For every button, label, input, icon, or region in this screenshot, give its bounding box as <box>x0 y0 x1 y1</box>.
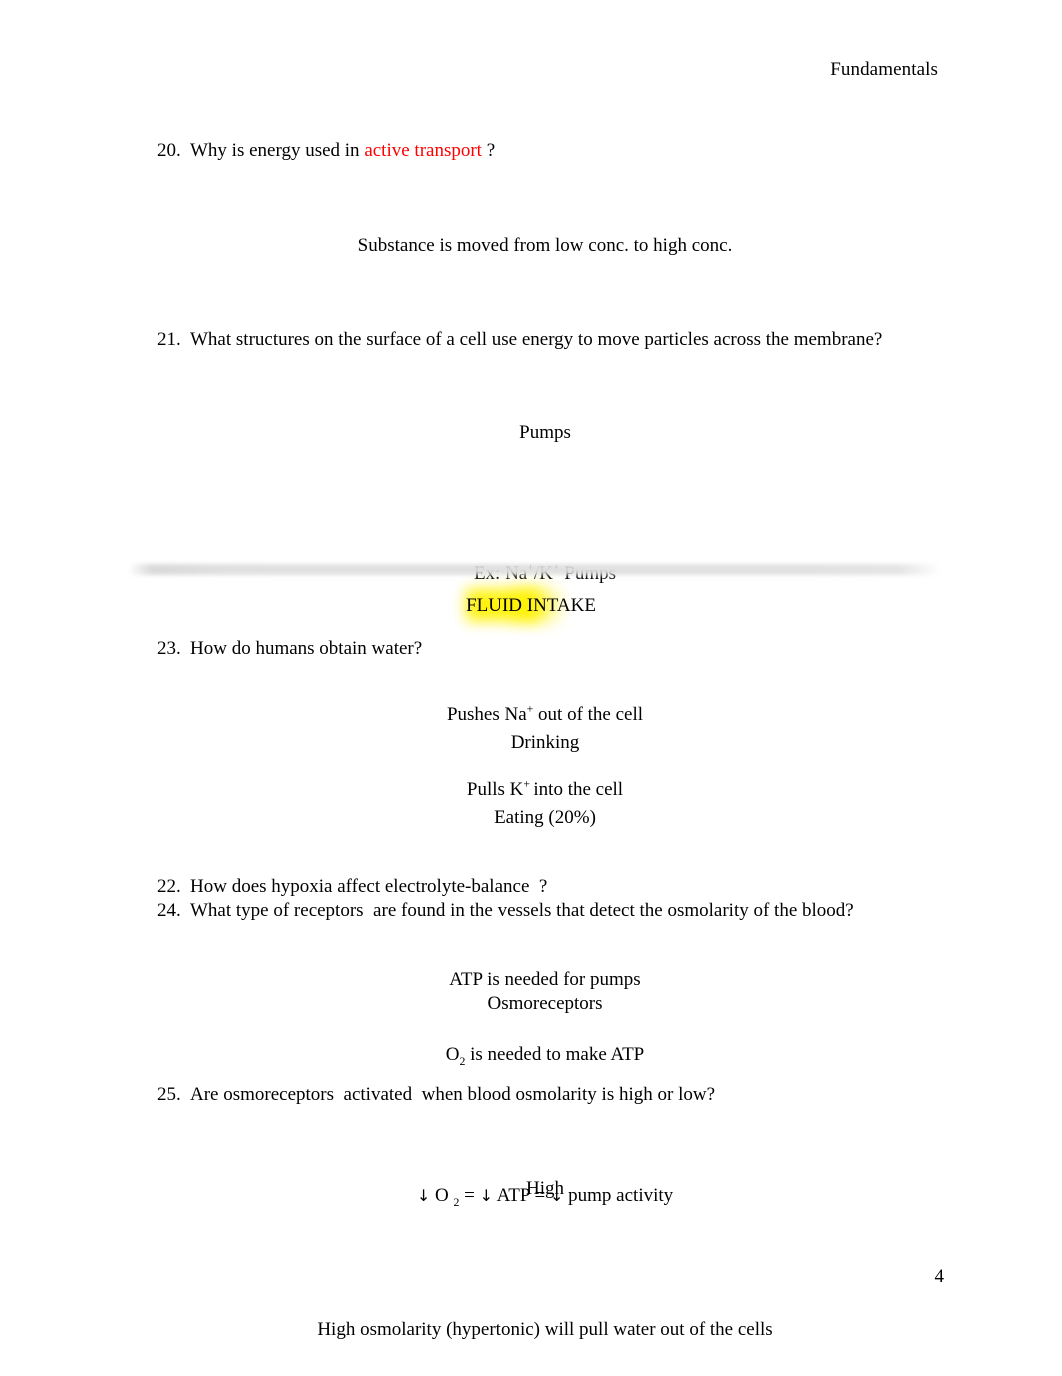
question-20-post: ? <box>481 140 496 161</box>
section-divider <box>128 560 940 580</box>
question-text-21: What structures on the surface of a cell… <box>190 329 883 350</box>
section-heading-label: FLUID INTAKE <box>466 595 596 616</box>
question-text-24: What type of receptors are found in the … <box>190 900 854 921</box>
question-item-23: 23. How do humans obtain water? <box>157 636 947 661</box>
answer-line: Pumps <box>519 422 571 443</box>
answer-23-1: Drinking Eating (20%) <box>157 680 947 880</box>
question-20-pre: Why is energy used in <box>190 140 365 161</box>
question-text-25: Are osmoreceptors activated when blood o… <box>190 1084 716 1105</box>
answer-line: Osmoreceptors <box>487 993 603 1014</box>
answer-line: Substance is moved from low conc. to hig… <box>357 235 733 256</box>
divider-band <box>128 564 940 575</box>
section-heading-container: FLUID INTAKE <box>0 589 1062 621</box>
question-number-24: 24. <box>157 900 181 921</box>
answer-24-1: Osmoreceptors <box>157 941 947 1066</box>
answer-21-1: Pumps <box>157 370 947 495</box>
question-text-23: How do humans obtain water? <box>190 638 423 659</box>
content-lower: 23. How do humans obtain water? Drinking… <box>157 636 947 1376</box>
question-item-24: 24. What type of receptors are found in … <box>157 898 947 923</box>
question-number-21: 21. <box>157 329 181 350</box>
page-header-title: Fundamentals <box>830 59 938 80</box>
section-heading: FLUID INTAKE <box>464 589 598 621</box>
question-20-term: active transport <box>364 140 482 161</box>
answer-line: High <box>526 1178 564 1199</box>
question-item-21: 21. What structures on the surface of a … <box>157 327 947 352</box>
answer-25-2: High osmolarity (hypertonic) will pull w… <box>157 1267 947 1376</box>
question-number-23: 23. <box>157 638 181 659</box>
page-number: 4 <box>934 1266 945 1287</box>
question-number-20: 20. <box>157 140 181 161</box>
answer-20-1: Substance is moved from low conc. to hig… <box>157 183 947 308</box>
answer-line: Eating (20%) <box>494 807 596 828</box>
answer-25-1: High <box>157 1126 947 1251</box>
question-item-25: 25. Are osmoreceptors activated when blo… <box>157 1082 947 1107</box>
question-item-20: 20. Why is energy used in active transpo… <box>157 138 947 163</box>
document-page: Fundamentals 20. Why is energy used in a… <box>0 0 1062 1376</box>
answer-line: High osmolarity (hypertonic) will pull w… <box>317 1319 773 1340</box>
question-number-25: 25. <box>157 1084 181 1105</box>
answer-line: Drinking <box>510 732 580 753</box>
question-text-20: Why is energy used in active transport ? <box>190 138 947 163</box>
